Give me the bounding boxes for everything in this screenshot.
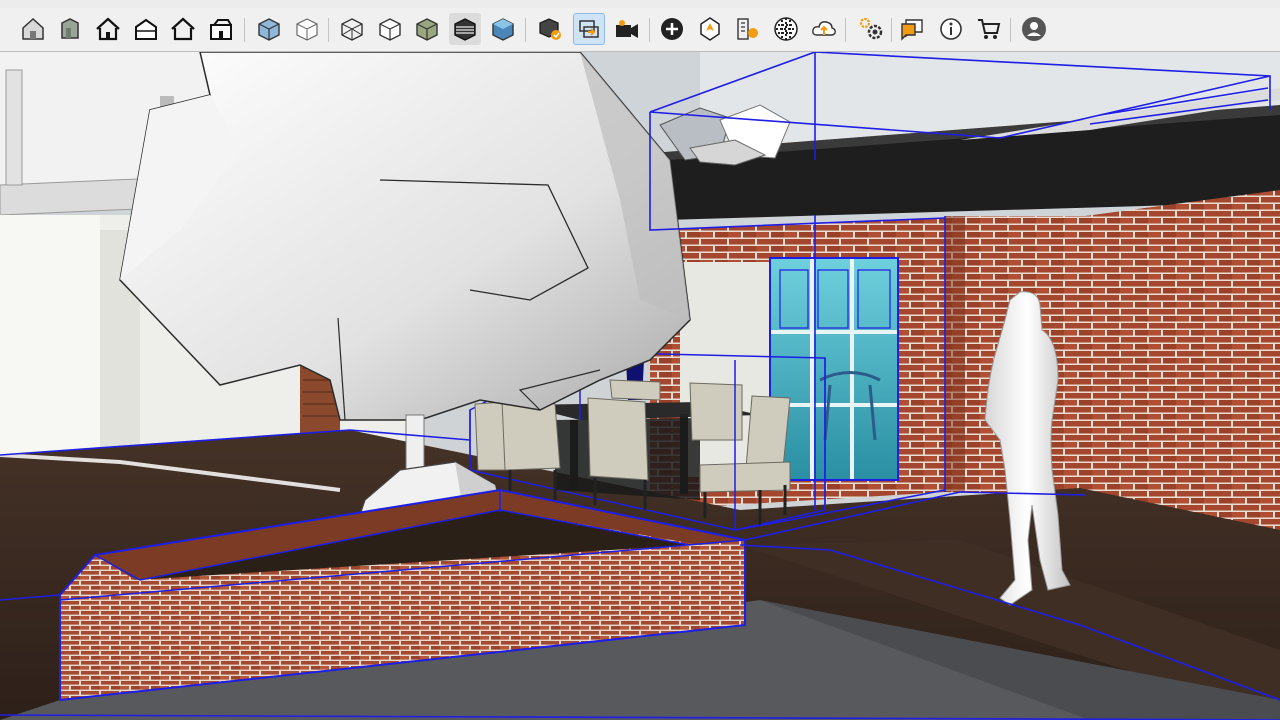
brick-wall-right: [1085, 190, 1280, 535]
gear-icon[interactable]: [855, 13, 887, 45]
scene-canvas: [0, 52, 1280, 720]
pattern-icon[interactable]: [770, 13, 802, 45]
cart-icon[interactable]: [973, 13, 1005, 45]
plus-circle-icon[interactable]: [656, 13, 688, 45]
textured-box-icon[interactable]: [449, 13, 481, 45]
front-view-icon[interactable]: [54, 13, 86, 45]
layers-icon[interactable]: [732, 13, 764, 45]
main-toolbar: [0, 8, 1280, 52]
info-icon[interactable]: [935, 13, 967, 45]
house-icon[interactable]: [167, 13, 199, 45]
box-icon[interactable]: [374, 13, 406, 45]
monochrome-box-icon[interactable]: [487, 13, 519, 45]
wireframe-box-icon[interactable]: [291, 13, 323, 45]
box-icon[interactable]: [336, 13, 368, 45]
component-icon[interactable]: [534, 13, 566, 45]
house-icon[interactable]: [92, 13, 124, 45]
cloud-icon[interactable]: [808, 13, 840, 45]
camera-icon[interactable]: [611, 13, 643, 45]
house-icon[interactable]: [205, 13, 237, 45]
house-icon[interactable]: [17, 13, 49, 45]
house-icon[interactable]: [130, 13, 162, 45]
chat-icon[interactable]: [896, 13, 928, 45]
user-icon[interactable]: [1018, 13, 1050, 45]
shaded-box-icon[interactable]: [411, 13, 443, 45]
model-viewport[interactable]: [0, 52, 1280, 720]
iso-box-icon[interactable]: [253, 13, 285, 45]
glass-door: [769, 257, 899, 481]
swap-icon[interactable]: [573, 13, 605, 45]
location-icon[interactable]: [694, 13, 726, 45]
